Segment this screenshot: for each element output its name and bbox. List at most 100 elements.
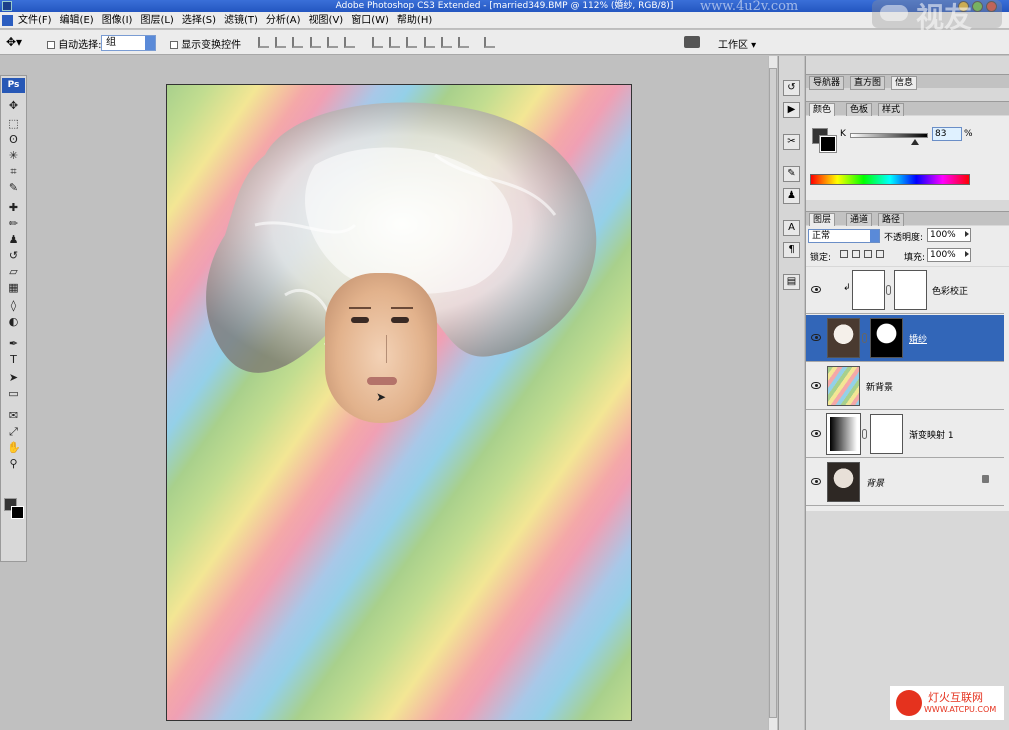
layer-thumbnail[interactable] [827,366,860,406]
layer-mask-thumbnail[interactable] [894,270,927,310]
canvas-vertical-scrollbar[interactable] [768,56,777,730]
clone-source-icon[interactable]: ♟ [783,188,800,204]
scrollbar-thumb[interactable] [769,68,777,718]
color-panel-background[interactable] [819,135,837,153]
align-vcenter-icon[interactable] [275,37,286,48]
workspace-button[interactable]: 工作区 ▾ [718,36,756,51]
menu-help[interactable]: 帮助(H) [393,12,436,29]
lasso-tool[interactable]: ʘ [7,134,20,146]
lock-all-icon[interactable] [876,250,884,258]
eye-icon[interactable] [811,478,821,485]
align-bottom-icon[interactable] [292,37,303,48]
eye-icon[interactable] [811,430,821,437]
distribute-left-icon[interactable] [424,37,435,48]
layer-thumbnail[interactable] [827,462,860,502]
k-value-input[interactable]: 83 [932,127,962,141]
move-tool[interactable]: ✥ [7,100,20,112]
menu-file[interactable]: 文件(F) [14,12,56,29]
tab-styles[interactable]: 样式 [878,103,905,117]
auto-select-checkbox[interactable] [47,41,55,49]
lock-pixels-icon[interactable] [852,250,860,258]
layer-mask-thumbnail[interactable] [870,414,903,454]
brush-tool[interactable]: ✏ [7,218,20,230]
tab-channels[interactable]: 通道 [846,213,873,227]
color-spectrum-bar[interactable] [810,174,970,185]
tab-navigator[interactable]: 导航器 [809,76,845,90]
k-channel-slider[interactable] [850,133,928,138]
distribute-vcenter-icon[interactable] [389,37,400,48]
menu-view[interactable]: 视图(V) [305,12,348,29]
menu-edit[interactable]: 编辑(E) [56,12,98,29]
distribute-top-icon[interactable] [372,37,383,48]
eye-icon[interactable] [811,286,821,293]
history-panel-icon[interactable]: ↺ [783,80,800,96]
actions-panel-icon[interactable]: ▶ [783,102,800,118]
tab-info[interactable]: 信息 [891,76,918,90]
brushes-panel-icon[interactable]: ✎ [783,166,800,182]
layer-row[interactable]: 渐变映射 1 [806,411,1004,458]
type-tool[interactable]: T [7,354,20,366]
tab-color[interactable]: 颜色 [809,103,836,117]
menu-image[interactable]: 图像(I) [98,12,137,29]
zoom-tool[interactable]: ⚲ [7,458,20,470]
menu-analysis[interactable]: 分析(A) [262,12,305,29]
blend-mode-dropdown[interactable]: 正常 [808,229,880,243]
distribute-hcenter-icon[interactable] [441,37,452,48]
menu-window[interactable]: 窗口(W) [347,12,393,29]
auto-select-dropdown[interactable]: 组 [101,35,156,51]
healing-brush-tool[interactable]: ✚ [7,202,20,214]
menu-select[interactable]: 选择(S) [178,12,220,29]
layer-thumbnail[interactable] [827,318,860,358]
layer-row[interactable]: 新背景 [806,363,1004,410]
lock-position-icon[interactable] [864,250,872,258]
tab-layers[interactable]: 图层 [809,213,836,227]
dodge-tool[interactable]: ◐ [7,316,20,328]
document-icon[interactable] [2,15,13,26]
menu-layer[interactable]: 图层(L) [136,12,177,29]
tab-histogram[interactable]: 直方图 [850,76,886,90]
magic-wand-tool[interactable]: ✳ [7,150,20,162]
layer-name[interactable]: 渐变映射 1 [909,428,954,441]
menu-filter[interactable]: 滤镜(T) [220,12,262,29]
slice-tool[interactable]: ✎ [7,182,20,194]
align-top-icon[interactable] [258,37,269,48]
clone-stamp-tool[interactable]: ♟ [7,234,20,246]
eye-icon[interactable] [811,382,821,389]
hand-tool[interactable]: ✋ [7,442,21,454]
path-selection-tool[interactable]: ➤ [7,372,20,384]
eye-icon[interactable] [811,334,821,341]
tab-swatches[interactable]: 色板 [846,103,873,117]
tab-paths[interactable]: 路径 [878,213,905,227]
tool-presets-icon[interactable]: ✂ [783,134,800,150]
auto-align-layers-icon[interactable] [484,37,495,48]
distribute-right-icon[interactable] [458,37,469,48]
layer-comps-icon[interactable]: ▤ [783,274,800,290]
crop-tool[interactable]: ⌗ [7,166,20,178]
shape-tool[interactable]: ▭ [7,388,20,400]
opacity-input[interactable]: 100% [927,228,971,242]
layer-row[interactable]: ↲ 色彩校正 [806,267,1004,314]
character-panel-icon[interactable]: A [783,220,800,236]
eyedropper-tool[interactable]: ⤢ [7,426,20,438]
background-color-swatch[interactable] [11,506,24,519]
layer-name[interactable]: 新背景 [866,380,893,393]
align-left-icon[interactable] [310,37,321,48]
history-brush-tool[interactable]: ↺ [7,250,20,262]
layer-mask-thumbnail[interactable] [870,318,903,358]
bridge-icon[interactable] [684,36,700,48]
gradient-tool[interactable]: ▦ [7,282,20,294]
distribute-bottom-icon[interactable] [406,37,417,48]
align-right-icon[interactable] [344,37,355,48]
layer-name[interactable]: 色彩校正 [932,284,968,297]
marquee-tool[interactable]: ⬚ [7,118,20,130]
align-hcenter-icon[interactable] [327,37,338,48]
eraser-tool[interactable]: ▱ [7,266,20,278]
blur-tool[interactable]: ◊ [7,300,20,312]
show-transform-checkbox[interactable] [170,41,178,49]
document-canvas[interactable]: ➤ [166,84,632,721]
lock-transparency-icon[interactable] [840,250,848,258]
layer-name[interactable]: 婚纱 [909,332,927,345]
show-transform-option[interactable]: 显示变换控件 [170,36,241,51]
canvas-area[interactable]: ➤ [30,56,776,730]
layer-row[interactable]: 婚纱 [806,315,1004,362]
